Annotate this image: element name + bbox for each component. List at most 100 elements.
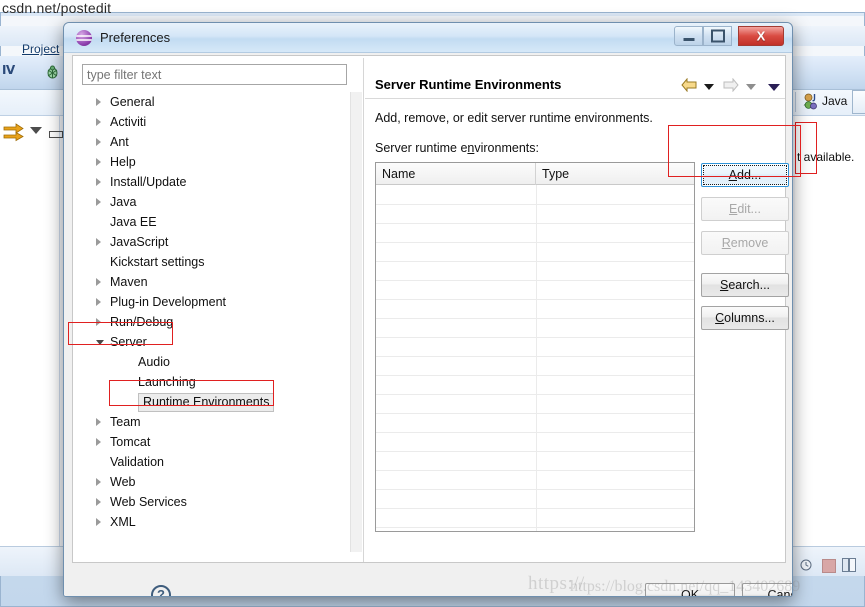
twisty-collapsed-icon[interactable] (96, 438, 101, 446)
filter-input[interactable] (82, 64, 347, 85)
table-row (376, 280, 694, 281)
table-row (376, 470, 694, 471)
minimize-view-icon[interactable] (49, 131, 63, 138)
twisty-expanded-icon[interactable] (96, 340, 104, 345)
twisty-collapsed-icon[interactable] (96, 98, 101, 106)
tree-item-label: Web (110, 475, 136, 489)
tree-item-web-services[interactable]: Web Services (82, 492, 362, 512)
tree-item-label: Runtime Environments (138, 393, 275, 412)
add-button[interactable]: Add... (701, 163, 789, 187)
table-row (376, 375, 694, 376)
dialog-body: General Activiti Ant Help Install/Update Java… (72, 55, 789, 563)
tree-item-validation[interactable]: Validation (82, 452, 362, 472)
tree-item-ant[interactable]: Ant (82, 132, 362, 152)
page-description: Add, remove, or edit server runtime envi… (375, 111, 653, 125)
twisty-collapsed-icon[interactable] (96, 478, 101, 486)
cancel-button[interactable]: Cancel (742, 583, 792, 596)
tree-item-web[interactable]: Web (82, 472, 362, 492)
button-label: Remove (721, 236, 769, 250)
table-row (376, 204, 694, 205)
search-button[interactable]: Search... (701, 273, 789, 297)
tree-scrollbar[interactable] (350, 92, 362, 552)
tree-item-label: Plug-in Development (110, 295, 227, 309)
twisty-collapsed-icon[interactable] (96, 118, 101, 126)
stop-icon[interactable] (822, 559, 836, 573)
tree-item-plug-in-development[interactable]: Plug-in Development (82, 292, 362, 312)
twisty-collapsed-icon[interactable] (96, 318, 101, 326)
tree-item-kickstart-settings[interactable]: Kickstart settings (82, 252, 362, 272)
collapse-caret-icon[interactable] (30, 127, 42, 134)
tree-item-tomcat[interactable]: Tomcat (82, 432, 362, 452)
view-menu-icon[interactable] (768, 84, 780, 91)
columns-button[interactable]: Columns... (701, 306, 789, 330)
dialog-title-bar[interactable]: Preferences X (64, 23, 792, 53)
menu-item-project[interactable]: Project (22, 42, 59, 56)
button-label: Search... (719, 278, 771, 292)
panes-icon[interactable] (842, 558, 857, 572)
table-column-divider (536, 185, 537, 531)
tree-item-xml[interactable]: XML (82, 512, 362, 532)
twisty-collapsed-icon[interactable] (96, 178, 101, 186)
menu-item-project-label: Project (22, 42, 60, 56)
maximize-button[interactable] (703, 26, 732, 46)
page-content: Server Runtime Environments Add, remove,… (365, 57, 789, 562)
table-row (376, 261, 694, 262)
column-header-type[interactable]: Type (536, 163, 694, 185)
ide-editor-area (795, 116, 865, 546)
link-arrows-icon[interactable] (3, 122, 25, 142)
tree-item-label: Kickstart settings (110, 255, 205, 269)
tree-item-help[interactable]: Help (82, 152, 362, 172)
page-title: Server Runtime Environments (375, 77, 562, 92)
table-row (376, 223, 694, 224)
perspective-label[interactable]: Java (822, 94, 847, 108)
tree-item-install-update[interactable]: Install/Update (82, 172, 362, 192)
preferences-tree[interactable]: General Activiti Ant Help Install/Update Java… (82, 92, 362, 552)
table-row (376, 337, 694, 338)
tree-item-javascript[interactable]: JavaScript (82, 232, 362, 252)
tree-item-audio[interactable]: Audio (82, 352, 362, 372)
pane-divider (363, 58, 364, 562)
tree-item-run-debug[interactable]: Run/Debug (82, 312, 362, 332)
tree-item-server[interactable]: Server (82, 332, 362, 352)
twisty-collapsed-icon[interactable] (96, 278, 101, 286)
clock-icon[interactable] (800, 558, 814, 572)
twisty-collapsed-icon[interactable] (96, 418, 101, 426)
runtime-environments-table[interactable]: Name Type (375, 162, 695, 532)
twisty-collapsed-icon[interactable] (96, 518, 101, 526)
twisty-collapsed-icon[interactable] (96, 298, 101, 306)
tree-item-general[interactable]: General (82, 92, 362, 112)
debug-icon[interactable] (44, 64, 61, 81)
forward-dropdown-icon (746, 84, 756, 90)
tree-item-maven[interactable]: Maven (82, 272, 362, 292)
tree-item-java[interactable]: Java (82, 192, 362, 212)
tree-item-label: Install/Update (110, 175, 187, 189)
tree-item-team[interactable]: Team (82, 412, 362, 432)
twisty-collapsed-icon[interactable] (96, 158, 101, 166)
dialog-title: Preferences (100, 30, 171, 45)
ide-left-editor-strip (0, 116, 60, 556)
close-button[interactable]: X (738, 26, 784, 46)
back-arrow-icon[interactable] (681, 78, 697, 92)
close-icon: X (756, 28, 766, 44)
ok-button[interactable]: OK (645, 583, 735, 596)
tree-item-java-ee[interactable]: Java EE (82, 212, 362, 232)
tree-item-label: Web Services (110, 495, 187, 509)
twisty-collapsed-icon[interactable] (96, 238, 101, 246)
tree-item-launching[interactable]: Launching (82, 372, 362, 392)
table-row (376, 318, 694, 319)
back-dropdown-icon[interactable] (704, 84, 714, 90)
tree-item-label: Validation (110, 455, 164, 469)
perspective-extra-button[interactable] (852, 90, 865, 114)
tree-item-label: Run/Debug (110, 315, 174, 329)
tree-item-runtime-environments[interactable]: Runtime Environments (82, 392, 362, 412)
editor-message-text: t available. (797, 150, 855, 164)
tree-item-label: Ant (110, 135, 129, 149)
twisty-collapsed-icon[interactable] (96, 198, 101, 206)
minimize-button[interactable] (674, 26, 703, 46)
table-row (376, 527, 694, 528)
table-row (376, 413, 694, 414)
twisty-collapsed-icon[interactable] (96, 498, 101, 506)
column-header-name[interactable]: Name (376, 163, 536, 185)
twisty-collapsed-icon[interactable] (96, 138, 101, 146)
tree-item-activiti[interactable]: Activiti (82, 112, 362, 132)
